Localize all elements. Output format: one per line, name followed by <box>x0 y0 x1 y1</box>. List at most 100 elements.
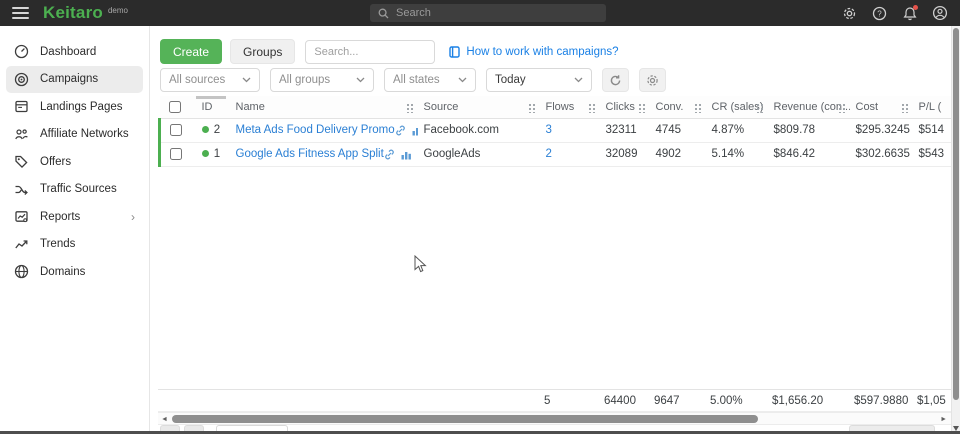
sidebar-item-domains[interactable]: Domains <box>6 258 143 286</box>
column-drag-handle[interactable] <box>588 103 595 113</box>
column-header-source[interactable]: Source <box>418 96 540 118</box>
date-range-select[interactable]: Today <box>486 68 592 92</box>
column-drag-handle[interactable] <box>756 103 763 113</box>
offers-icon <box>14 154 29 169</box>
traffic-sources-icon <box>14 182 29 197</box>
chevron-down-icon <box>458 77 467 83</box>
date-range-value: Today <box>495 74 526 86</box>
column-header-revenue[interactable]: Revenue (con... <box>768 96 850 118</box>
column-drag-handle[interactable] <box>838 103 845 113</box>
horizontal-scrollbar[interactable]: ◄ ► <box>158 412 951 425</box>
column-header-name[interactable]: Name <box>230 96 418 118</box>
vertical-scrollbar-thumb[interactable] <box>953 28 959 400</box>
sidebar-item-landings-pages[interactable]: Landings Pages <box>6 93 143 121</box>
sources-filter-select[interactable]: All sources <box>160 68 260 92</box>
help-campaigns-link[interactable]: How to work with campaigns? <box>449 46 618 58</box>
total-clicks: 64400 <box>598 390 648 412</box>
pl-value: $514 <box>913 118 952 142</box>
menu-icon[interactable] <box>12 7 29 19</box>
sidebar-item-dashboard[interactable]: Dashboard <box>6 38 143 66</box>
svg-text:?: ? <box>877 9 882 18</box>
search-icon <box>378 8 389 19</box>
total-pl: $1,05 <box>911 390 951 412</box>
stats-icon[interactable] <box>401 149 412 160</box>
column-header-flows[interactable]: Flows <box>540 96 600 118</box>
campaigns-table: ID Name Source Flows Clicks Conv. CR (sa… <box>158 96 951 434</box>
table-header-row: ID Name Source Flows Clicks Conv. CR (sa… <box>160 96 952 118</box>
link-icon[interactable] <box>395 125 406 136</box>
column-header-pl[interactable]: P/L ( <box>913 96 952 118</box>
column-drag-handle[interactable] <box>528 103 535 113</box>
column-drag-handle[interactable] <box>901 103 908 113</box>
stats-icon[interactable] <box>412 125 418 136</box>
cr-value: 4.87% <box>706 118 768 142</box>
sidebar-item-affiliate-networks[interactable]: Affiliate Networks <box>6 121 143 149</box>
campaigns-icon <box>14 72 29 87</box>
link-icon[interactable] <box>384 149 395 160</box>
column-header-clicks[interactable]: Clicks <box>600 96 650 118</box>
trends-icon <box>14 237 29 252</box>
settings-icon[interactable] <box>841 5 858 22</box>
column-drag-handle[interactable] <box>406 103 413 113</box>
cost-value: $295.3245 <box>850 118 913 142</box>
column-drag-handle[interactable] <box>638 103 645 113</box>
campaign-name-link[interactable]: Meta Ads Food Delivery Promo <box>236 124 395 136</box>
campaign-source: GoogleAds <box>418 142 540 166</box>
conv-value: 4745 <box>650 118 706 142</box>
logo: Keitaro <box>43 3 103 23</box>
sort-indicator <box>196 96 226 99</box>
refresh-button[interactable] <box>602 68 629 92</box>
help-campaigns-link-label: How to work with campaigns? <box>466 46 618 58</box>
sidebar-item-campaigns[interactable]: Campaigns <box>6 66 143 94</box>
select-all-checkbox[interactable] <box>169 101 181 113</box>
column-header-cost[interactable]: Cost <box>850 96 913 118</box>
cr-value: 5.14% <box>706 142 768 166</box>
flows-link[interactable]: 3 <box>546 124 552 136</box>
table-settings-icon <box>646 74 659 87</box>
states-filter-select[interactable]: All states <box>384 68 476 92</box>
guide-icon <box>449 46 460 58</box>
sidebar-item-trends[interactable]: Trends <box>6 231 143 259</box>
row-checkbox[interactable] <box>170 148 182 160</box>
clicks-value: 32089 <box>600 142 650 166</box>
chevron-down-icon <box>574 77 583 83</box>
states-filter-value: All states <box>393 74 440 86</box>
sidebar: Dashboard Campaigns Landings Pages <box>0 26 150 434</box>
scroll-right-arrow-icon[interactable]: ► <box>940 414 947 425</box>
groups-filter-value: All groups <box>279 74 330 86</box>
sidebar-item-traffic-sources[interactable]: Traffic Sources <box>6 176 143 204</box>
column-drag-handle[interactable] <box>694 103 701 113</box>
sidebar-item-offers[interactable]: Offers <box>6 148 143 176</box>
global-search-input[interactable]: Search <box>370 4 606 22</box>
vertical-scrollbar[interactable] <box>951 26 960 434</box>
table-settings-button[interactable] <box>639 68 666 92</box>
column-header-conv[interactable]: Conv. <box>650 96 706 118</box>
global-search-placeholder: Search <box>396 7 431 19</box>
sidebar-item-reports[interactable]: Reports › <box>6 203 143 231</box>
account-icon[interactable] <box>931 5 948 22</box>
sidebar-item-label: Offers <box>40 156 71 168</box>
sidebar-item-label: Traffic Sources <box>40 183 117 195</box>
logo-demo-badge: demo <box>108 6 128 15</box>
dashboard-icon <box>14 44 29 59</box>
sidebar-item-label: Affiliate Networks <box>40 128 129 140</box>
column-header-id[interactable]: ID <box>196 96 230 118</box>
help-icon[interactable]: ? <box>871 5 888 22</box>
total-conv: 9647 <box>648 390 704 412</box>
reports-icon <box>14 209 29 224</box>
pl-value: $543 <box>913 142 952 166</box>
campaigns-search-input[interactable] <box>305 40 435 64</box>
notifications-icon[interactable] <box>901 5 918 22</box>
flows-link[interactable]: 2 <box>546 148 552 160</box>
groups-button[interactable]: Groups <box>230 39 295 64</box>
horizontal-scrollbar-thumb[interactable] <box>172 415 758 423</box>
main-content: Create Groups How to work with campaigns… <box>150 26 951 434</box>
total-cost: $597.9880 <box>848 390 911 412</box>
groups-filter-select[interactable]: All groups <box>270 68 374 92</box>
sources-filter-value: All sources <box>169 74 225 86</box>
create-button[interactable]: Create <box>160 39 222 64</box>
campaign-name-link[interactable]: Google Ads Fitness App Split <box>236 148 384 160</box>
column-header-cr[interactable]: CR (sales) <box>706 96 768 118</box>
row-checkbox[interactable] <box>170 124 182 136</box>
scroll-left-arrow-icon[interactable]: ◄ <box>161 414 168 425</box>
